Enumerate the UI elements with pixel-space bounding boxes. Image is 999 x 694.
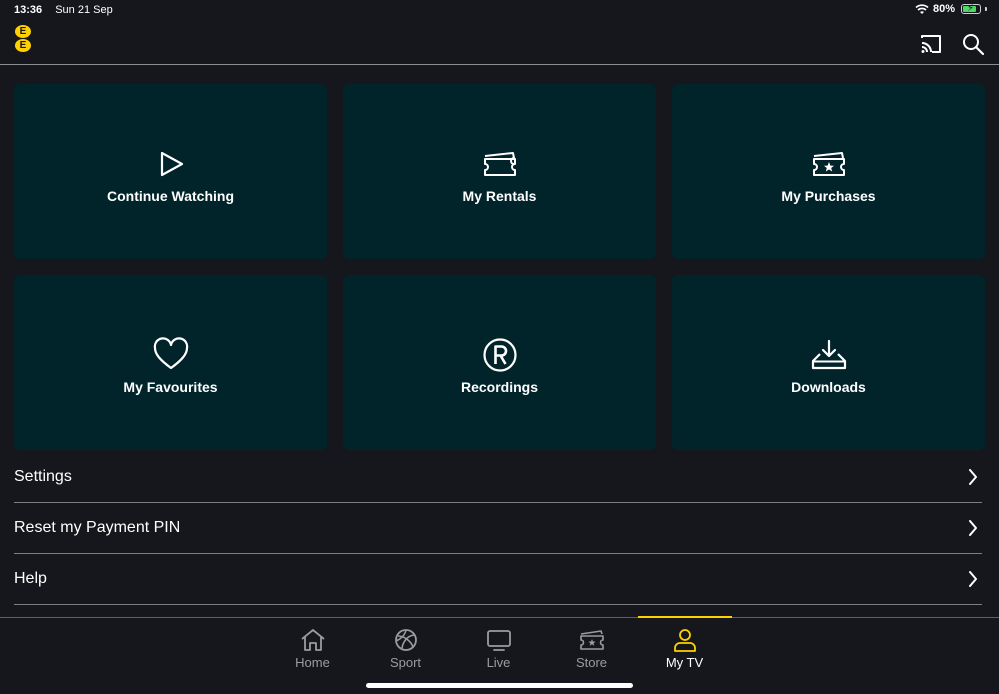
tile-continue-watching[interactable]: Continue Watching xyxy=(14,84,327,259)
tile-label: Recordings xyxy=(460,378,538,395)
tile-downloads[interactable]: Downloads xyxy=(672,275,985,450)
app-header: E E xyxy=(0,20,999,65)
menu-item-label: Settings xyxy=(14,468,72,485)
tab-label: Store xyxy=(575,655,608,670)
tab-label: My TV xyxy=(665,655,704,670)
tab-label: Live xyxy=(486,655,511,670)
ee-logo[interactable]: E E xyxy=(15,25,33,53)
chevron-right-icon xyxy=(969,469,977,485)
wifi-icon xyxy=(915,3,929,14)
tab-sport[interactable]: Sport xyxy=(359,628,452,670)
chevron-right-icon xyxy=(969,571,977,587)
chevron-right-icon xyxy=(969,520,977,536)
cast-icon[interactable] xyxy=(918,32,944,56)
tab-label: Home xyxy=(295,655,330,670)
status-left: 13:36 Sun 21 Sep xyxy=(14,4,113,16)
menu-item-label: Reset my Payment PIN xyxy=(14,519,181,536)
tab-store[interactable]: Store xyxy=(545,628,638,670)
person-icon xyxy=(673,629,696,652)
tile-my-purchases[interactable]: My Purchases xyxy=(672,84,985,259)
tab-my-tv[interactable]: My TV xyxy=(638,628,731,670)
heart-icon xyxy=(153,336,188,369)
tile-label: My Rentals xyxy=(462,187,537,204)
home-indicator-bar[interactable] xyxy=(366,683,633,688)
logo-letter-top: E xyxy=(15,25,31,38)
tile-label: My Favourites xyxy=(123,378,218,395)
ball-icon xyxy=(394,629,417,651)
tab-label: Sport xyxy=(389,655,422,670)
battery-icon: ⚡ xyxy=(961,3,981,14)
battery-percent: 80% xyxy=(932,3,955,15)
status-right: 80% ⚡ xyxy=(915,3,987,15)
status-time: 13:36 xyxy=(14,4,43,16)
battery-tip xyxy=(985,7,987,11)
settings-menu: Settings Reset my Payment PIN Help xyxy=(14,452,982,605)
menu-item-reset-payment-pin[interactable]: Reset my Payment PIN xyxy=(14,503,982,554)
menu-item-label: Help xyxy=(14,570,47,587)
tile-my-favourites[interactable]: My Favourites xyxy=(14,275,327,450)
search-icon[interactable] xyxy=(961,32,987,56)
menu-item-help[interactable]: Help xyxy=(14,554,982,605)
ticket-star-icon xyxy=(812,151,845,176)
download-icon xyxy=(811,339,846,369)
my-tv-tiles: Continue Watching My Rentals My Purchase… xyxy=(14,84,986,450)
home-icon xyxy=(300,629,325,651)
charging-bolt-icon: ⚡ xyxy=(967,3,975,14)
ticket-star-icon xyxy=(579,630,604,650)
tile-my-rentals[interactable]: My Rentals xyxy=(343,84,656,259)
tile-label: Downloads xyxy=(791,378,866,395)
menu-item-settings[interactable]: Settings xyxy=(14,452,982,503)
tab-live[interactable]: Live xyxy=(452,628,545,670)
logo-letter-bottom: E xyxy=(15,39,31,52)
status-bar: 13:36 Sun 21 Sep 80% ⚡ xyxy=(0,0,999,20)
play-icon xyxy=(160,151,183,176)
status-date: Sun 21 Sep xyxy=(55,4,113,16)
tab-home[interactable]: Home xyxy=(266,628,359,670)
record-icon xyxy=(482,337,517,372)
ticket-icon xyxy=(483,151,516,176)
active-tab-indicator xyxy=(638,616,732,618)
tile-label: Continue Watching xyxy=(106,187,235,204)
tile-recordings[interactable]: Recordings xyxy=(343,275,656,450)
tile-label: My Purchases xyxy=(781,187,876,204)
tv-icon xyxy=(486,630,511,651)
